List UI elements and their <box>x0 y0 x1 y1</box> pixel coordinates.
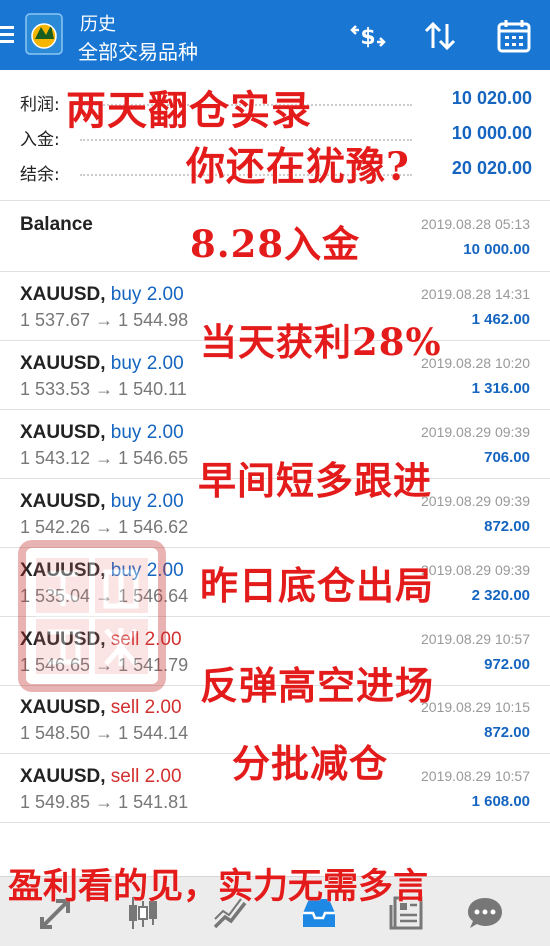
balance-label: 结余: <box>20 165 60 185</box>
metatrader-logo[interactable] <box>24 12 64 56</box>
caption-headline: 两天翻仓实录 <box>66 87 312 134</box>
deposit-label: 入金: <box>20 130 60 150</box>
trade-symbol: XAUUSD, buy 2.00 <box>20 353 184 374</box>
trade-profit: 1 608.00 <box>471 793 530 810</box>
trade-prices: 1 537.67 → 1 544.98 <box>20 310 189 330</box>
divider <box>0 200 550 201</box>
trade-profit: 1 316.00 <box>471 380 530 397</box>
caption-morning-long: 早间短多跟进 <box>198 458 433 503</box>
trade-symbol: XAUUSD, buy 2.00 <box>20 422 184 443</box>
trade-date: 2019.08.28 14:31 <box>421 286 530 302</box>
trade-type: sell 2.00 <box>110 697 182 718</box>
app-header: 历史 全部交易品种 $ <box>0 0 550 70</box>
trade-date: 2019.08.29 09:39 <box>421 424 530 440</box>
trade-profit: 972.00 <box>484 656 530 673</box>
caption-deposit: 8.28入金 <box>190 222 361 266</box>
caption-profit: 当天获利28% <box>200 320 442 364</box>
profit-label: 利润: <box>20 95 60 115</box>
balance-value: 20 020.00 <box>451 158 532 178</box>
deal-date: 2019.08.28 05:13 <box>421 216 530 232</box>
trade-symbol: XAUUSD, buy 2.00 <box>20 284 184 305</box>
trade-symbol: XAUUSD, sell 2.00 <box>20 697 182 718</box>
deposit-value: 10 000.00 <box>451 123 532 143</box>
divider <box>0 822 550 823</box>
trade-profit: 1 462.00 <box>471 311 530 328</box>
profit-value: 10 020.00 <box>451 88 532 108</box>
trade-date: 2019.08.29 10:15 <box>421 699 530 715</box>
page-title: 历史 <box>80 14 116 35</box>
deal-amount: 10 000.00 <box>463 241 530 258</box>
trade-type: buy 2.00 <box>110 491 184 512</box>
caption-close-position: 昨日底仓出局 <box>200 563 435 608</box>
trade-profit: 872.00 <box>484 724 530 741</box>
caption-reduce-position: 分批减仓 <box>232 741 389 786</box>
trade-prices: 1 549.85 → 1 541.81 <box>20 792 189 812</box>
chat-icon[interactable] <box>462 891 508 935</box>
currency-exchange-icon[interactable]: $ <box>348 18 388 54</box>
caption-short-entry: 反弹高空进场 <box>200 663 435 708</box>
sort-icon[interactable] <box>420 18 460 54</box>
trade-date: 2019.08.29 10:57 <box>421 768 530 784</box>
trade-type: sell 2.00 <box>110 766 182 787</box>
caption-footer: 盈利看的见，实力无需多言 <box>8 866 429 907</box>
trade-date: 2019.08.29 10:57 <box>421 631 530 647</box>
svg-text:$: $ <box>360 25 375 50</box>
calendar-icon[interactable] <box>494 18 534 54</box>
trade-date: 2019.08.29 09:39 <box>421 562 530 578</box>
trade-type: buy 2.00 <box>110 353 184 374</box>
trade-type: buy 2.00 <box>110 284 184 305</box>
trade-prices: 1 548.50 → 1 544.14 <box>20 723 189 743</box>
trade-type: buy 2.00 <box>110 422 184 443</box>
trade-prices: 1 543.12 → 1 546.65 <box>20 448 189 468</box>
deal-label: Balance <box>20 214 93 235</box>
trade-profit: 706.00 <box>484 449 530 466</box>
trade-prices: 1 542.26 → 1 546.62 <box>20 517 189 537</box>
trade-date: 2019.08.29 09:39 <box>421 493 530 509</box>
symbol-filter[interactable]: 全部交易品种 <box>78 36 198 65</box>
trade-prices: 1 533.53 → 1 540.11 <box>20 379 187 399</box>
menu-icon[interactable] <box>0 26 14 44</box>
trade-symbol: XAUUSD, buy 2.00 <box>20 491 184 512</box>
seal-stamp-watermark <box>18 540 166 692</box>
trade-profit: 872.00 <box>484 518 530 535</box>
trade-profit: 2 320.00 <box>471 587 530 604</box>
trade-symbol: XAUUSD, sell 2.00 <box>20 766 182 787</box>
caption-question: 你还在犹豫? <box>186 144 410 190</box>
